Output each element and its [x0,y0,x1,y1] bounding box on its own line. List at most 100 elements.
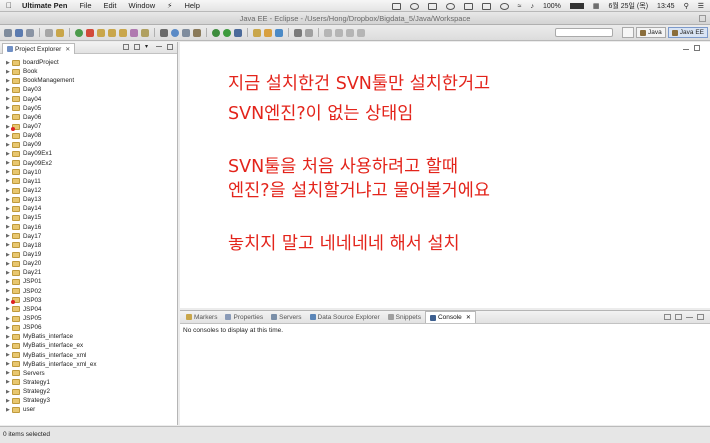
tree-item[interactable]: ▶ JSP06 [0,323,177,332]
tree-item[interactable]: ▶ Book [0,67,177,76]
tab-snippets[interactable]: Snippets [384,311,425,323]
collapse-all-icon[interactable] [123,44,129,50]
menu-window[interactable]: Window [128,1,155,10]
tree-item[interactable]: ▶ JSP02 [0,287,177,296]
tree-item[interactable]: ▶ JSP03 [0,296,177,305]
save-all-icon[interactable] [26,28,34,37]
tree-item[interactable]: ▶ Day19 [0,250,177,259]
tab-data-source-explorer[interactable]: Data Source Explorer [306,311,384,323]
tab-markers[interactable]: Markers [182,311,221,323]
tab-properties[interactable]: Properties [221,311,267,323]
tree-item[interactable]: ▶ Day18 [0,241,177,250]
tree-item[interactable]: ▶ Day08 [0,131,177,140]
tray-app-icon[interactable] [427,2,437,10]
panel-minimize-icon[interactable] [686,317,693,319]
link-with-editor-icon[interactable] [134,44,140,50]
close-icon[interactable]: ✕ [466,314,471,321]
tree-item[interactable]: ▶ Day17 [0,232,177,241]
tree-item[interactable]: ▶ user [0,405,177,414]
lightning-icon[interactable]: ⚡︎ [167,1,172,10]
tree-item[interactable]: ▶ Day20 [0,259,177,268]
server-icon[interactable] [182,28,190,37]
external-tools-icon[interactable] [193,28,201,37]
new-icon[interactable] [4,28,12,37]
view-menu-icon[interactable]: ▾ [145,44,151,50]
menu-date[interactable]: 6월 25일 (목) [608,1,648,11]
tree-item[interactable]: ▶ Day07 [0,122,177,131]
save-icon[interactable] [15,28,23,37]
tree-item[interactable]: ▶ Day15 [0,213,177,222]
tree-item[interactable]: ▶ Day03 [0,85,177,94]
tree-item[interactable]: ▶ Strategy2 [0,387,177,396]
new-class-icon[interactable] [275,28,283,37]
screen-icon[interactable] [391,2,401,10]
circle-icon[interactable] [409,2,419,10]
tree-item[interactable]: ▶ MyBatis_interface_ex [0,341,177,350]
tree-item[interactable]: ▶ Day09Ex1 [0,149,177,158]
tree-item[interactable]: ▶ Day16 [0,223,177,232]
tab-project-explorer[interactable]: Project Explorer ✕ [2,43,76,54]
menu-help[interactable]: Help [184,1,199,10]
battery-icon[interactable] [569,3,584,9]
new-package-icon[interactable] [264,28,272,37]
tab-console[interactable]: Console ✕ [424,311,476,323]
tree-item[interactable]: ▶ MyBatis_interface_xml_ex [0,360,177,369]
tree-item[interactable]: ▶ Day06 [0,113,177,122]
tree-item[interactable]: ▶ Day09 [0,140,177,149]
search-icon[interactable] [305,28,313,37]
editor-minimize-icon[interactable] [683,49,689,51]
perspective-java-ee-button[interactable]: Java EE [667,27,708,38]
tree-item[interactable]: ▶ boardProject [0,58,177,67]
forward-icon[interactable] [357,28,365,37]
dropbox-icon[interactable] [481,2,491,10]
tree-item[interactable]: ▶ Day10 [0,168,177,177]
build-icon[interactable] [56,28,64,37]
open-console-icon[interactable] [160,28,168,37]
fullscreen-icon[interactable] [699,15,706,22]
tree-item[interactable]: ▶ Day13 [0,195,177,204]
panel-maximize-icon[interactable] [697,314,704,320]
tree-item[interactable]: ▶ Strategy1 [0,378,177,387]
open-type-icon[interactable] [294,28,302,37]
stop-icon[interactable] [86,28,94,37]
tree-item[interactable]: ▶ Day11 [0,177,177,186]
back-icon[interactable] [346,28,354,37]
close-icon[interactable]: ✕ [65,46,70,53]
menu-file[interactable]: File [79,1,91,10]
spotlight-icon[interactable]: ⚲ [684,2,689,10]
run-icon[interactable] [223,28,231,37]
perspective-java-button[interactable]: Java [636,27,666,38]
step-return-icon[interactable] [119,28,127,37]
tree-item[interactable]: ▶ JSP01 [0,277,177,286]
menu-edit[interactable]: Edit [104,1,117,10]
step-over-icon[interactable] [108,28,116,37]
web-browser-icon[interactable] [171,28,179,37]
tree-item[interactable]: ▶ Servers [0,369,177,378]
use-step-filters-icon[interactable] [141,28,149,37]
prev-annotation-icon[interactable] [335,28,343,37]
tree-item[interactable]: ▶ Day14 [0,204,177,213]
display-console-icon[interactable] [675,314,682,320]
apple-icon[interactable]:  [0,1,18,10]
tree-item[interactable]: ▶ MyBatis_interface [0,332,177,341]
notification-center-icon[interactable]: ☰ [698,2,704,10]
next-annotation-icon[interactable] [324,28,332,37]
tree-item[interactable]: ▶ JSP04 [0,305,177,314]
editor-maximize-icon[interactable] [694,45,700,51]
open-perspective-button[interactable] [622,27,635,38]
tree-item[interactable]: ▶ BookManagement [0,76,177,85]
tree-item[interactable]: ▶ Day21 [0,268,177,277]
open-console-dropdown-icon[interactable] [664,314,671,320]
tree-item[interactable]: ▶ Day12 [0,186,177,195]
quick-access-search-input[interactable] [555,28,613,37]
app-name-menu[interactable]: Ultimate Pen [22,1,67,10]
cloud-icon[interactable] [463,2,473,10]
wifi-icon[interactable]: ≈ [518,3,522,10]
run-external-icon[interactable] [234,28,242,37]
sync-icon[interactable] [445,2,455,10]
drop-frame-icon[interactable] [130,28,138,37]
step-into-icon[interactable] [97,28,105,37]
tree-item[interactable]: ▶ JSP05 [0,314,177,323]
input-source-icon[interactable]: ▦ [593,2,600,10]
volume-icon[interactable]: ♪ [530,3,534,10]
